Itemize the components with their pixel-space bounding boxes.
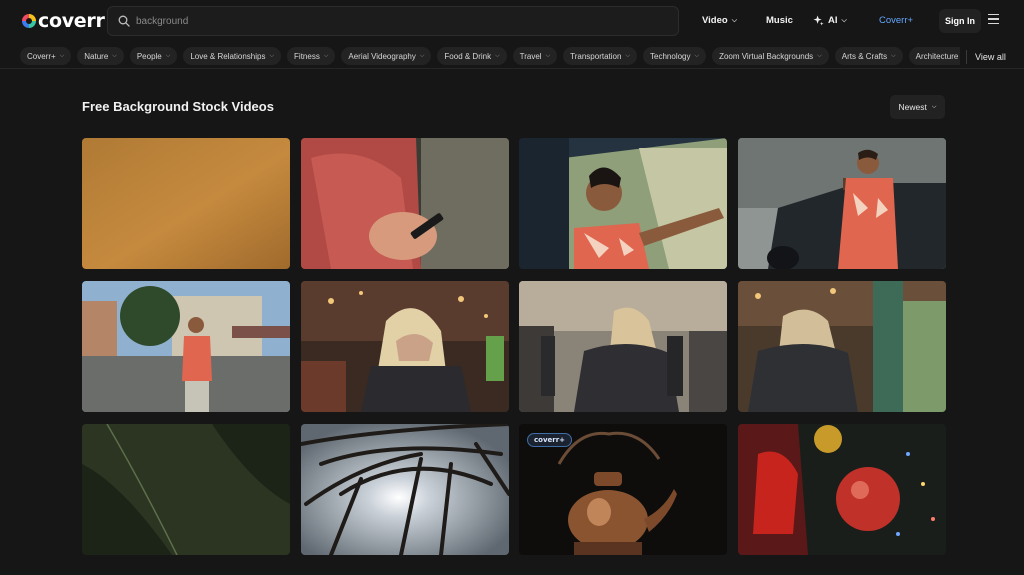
category-chip[interactable]: Food & Drink ⌵: [437, 47, 507, 65]
video-thumbnail: [519, 138, 727, 269]
category-chip-label: Technology: [650, 51, 691, 61]
category-chip[interactable]: Coverr+ ⌵: [20, 47, 72, 65]
category-chip[interactable]: Transportation ⌵: [563, 47, 638, 65]
chevron-down-icon: ⌵: [817, 52, 822, 59]
hamburger-menu-icon[interactable]: [988, 14, 999, 24]
video-thumbnail: [300, 281, 509, 412]
search-input[interactable]: [136, 15, 656, 27]
category-chip[interactable]: Aerial Videography ⌵: [341, 47, 432, 65]
chevron-down-icon: ⌵: [931, 103, 937, 110]
view-all-link[interactable]: View all: [975, 52, 1006, 62]
divider: [966, 50, 967, 64]
coverr-logo[interactable]: coverr: [22, 10, 105, 32]
sort-label: Newest: [898, 102, 927, 112]
category-chip[interactable]: Nature ⌵: [77, 47, 124, 65]
category-chips: Coverr+ ⌵ Nature ⌵ People ⌵ Love & Relationshi…: [20, 47, 960, 65]
category-chip-label: Fitness: [294, 51, 320, 61]
video-thumbnail: [519, 281, 727, 412]
category-chip-label: Coverr+: [27, 51, 56, 61]
chevron-down-icon: ⌵: [545, 52, 551, 59]
nav-music-link[interactable]: Music: [766, 15, 793, 26]
category-bar: Coverr+ ⌵ Nature ⌵ People ⌵ Love & Relationshi…: [0, 45, 1024, 69]
video-tile[interactable]: [82, 281, 290, 412]
chevron-down-icon: ⌵: [731, 16, 738, 24]
category-chip[interactable]: Fitness ⌵: [287, 47, 336, 65]
category-chip[interactable]: People ⌵: [129, 47, 178, 65]
video-tile[interactable]: [82, 138, 290, 269]
category-chip[interactable]: Zoom Virtual Backgrounds ⌵: [712, 47, 829, 65]
video-thumbnail: [737, 281, 946, 412]
video-tile[interactable]: [300, 138, 509, 269]
category-chip-label: Love & Relationships: [190, 51, 266, 61]
video-tile[interactable]: coverr+: [519, 424, 727, 555]
sign-in-button[interactable]: Sign In: [939, 9, 981, 33]
page-title: Free Background Stock Videos: [82, 99, 274, 114]
category-chip[interactable]: Technology ⌵: [643, 47, 707, 65]
chevron-down-icon: ⌵: [841, 16, 847, 24]
sparkle-icon: [813, 15, 824, 26]
category-chip-label: Aerial Videography: [348, 51, 416, 61]
category-chip-label: Transportation: [570, 51, 622, 61]
top-navigation: coverr Video ⌵ Music AI ⌵ Coverr+ Sign I…: [0, 0, 1024, 42]
video-grid: coverr+: [82, 138, 946, 555]
video-tile[interactable]: [737, 424, 946, 555]
video-thumbnail: [82, 138, 290, 269]
video-thumbnail: [82, 281, 290, 412]
sort-dropdown[interactable]: Newest ⌵: [890, 95, 945, 119]
category-chip[interactable]: Love & Relationships ⌵: [183, 47, 282, 65]
video-thumbnail: [737, 424, 946, 555]
chevron-down-icon: ⌵: [694, 52, 700, 59]
search-icon: [118, 15, 130, 27]
chevron-down-icon: ⌵: [419, 52, 425, 59]
nav-ai-menu[interactable]: AI ⌵: [813, 15, 847, 26]
category-chip-label: Arts & Crafts: [841, 51, 888, 61]
chevron-down-icon: ⌵: [269, 52, 275, 59]
chevron-down-icon: ⌵: [891, 52, 896, 59]
logo-text: coverr: [38, 10, 105, 32]
category-chip-label: Architecture: [915, 51, 959, 61]
category-chip-label: Food & Drink: [444, 51, 492, 61]
chevron-down-icon: ⌵: [112, 52, 117, 59]
video-tile[interactable]: [519, 138, 727, 269]
category-chip-label: Nature: [84, 51, 109, 61]
category-chip-label: Travel: [519, 51, 542, 61]
video-tile[interactable]: [82, 424, 290, 555]
chevron-down-icon: ⌵: [625, 52, 631, 59]
nav-coverr-plus-label: Coverr+: [879, 15, 914, 26]
video-tile[interactable]: [300, 281, 509, 412]
category-chip-label: Zoom Virtual Backgrounds: [719, 51, 814, 61]
nav-coverr-plus-link[interactable]: Coverr+: [879, 15, 913, 26]
video-tile[interactable]: [737, 281, 946, 412]
video-thumbnail: [82, 424, 290, 555]
chevron-down-icon: ⌵: [59, 52, 65, 59]
coverr-plus-badge: coverr+: [527, 433, 573, 447]
video-thumbnail: [737, 138, 946, 269]
chevron-down-icon: ⌵: [323, 52, 329, 59]
chevron-down-icon: ⌵: [165, 52, 171, 59]
category-chip[interactable]: Travel ⌵: [512, 47, 558, 65]
category-chip[interactable]: Architecture⌵: [908, 47, 960, 65]
video-tile[interactable]: [300, 424, 509, 555]
video-thumbnail: [300, 138, 509, 269]
chevron-down-icon: ⌵: [495, 52, 500, 59]
search-bar[interactable]: [107, 6, 679, 36]
video-tile[interactable]: [519, 281, 727, 412]
category-chip-label: People: [136, 51, 162, 61]
logo-icon: [22, 14, 36, 28]
nav-video-label: Video: [702, 15, 728, 26]
nav-ai-label: AI: [828, 15, 838, 26]
nav-video-menu[interactable]: Video ⌵: [702, 15, 737, 26]
nav-music-label: Music: [766, 15, 793, 26]
video-thumbnail: [300, 424, 509, 555]
category-chip[interactable]: Arts & Crafts ⌵: [834, 47, 903, 65]
video-tile[interactable]: [737, 138, 946, 269]
